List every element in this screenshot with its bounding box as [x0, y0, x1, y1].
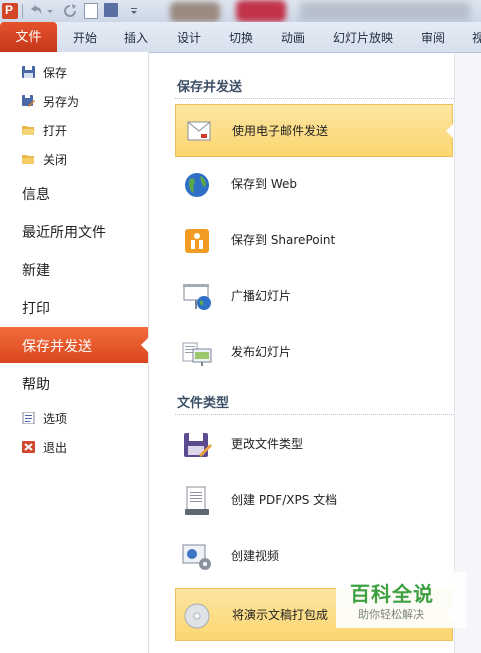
save-icon	[22, 66, 35, 78]
item-broadcast-label: 广播幻灯片	[231, 289, 292, 303]
options-icon	[22, 412, 35, 424]
tab-transitions[interactable]: 切换	[229, 22, 253, 52]
undo-dropdown-icon[interactable]	[46, 3, 54, 19]
nav-print[interactable]: 打印	[0, 289, 148, 325]
tab-slideshow[interactable]: 幻灯片放映	[333, 22, 393, 52]
section-divider	[175, 98, 454, 99]
item-publish-slides[interactable]: 发布幻灯片	[175, 326, 453, 379]
backstage-nav: 保存 另存为 打开 关闭 信息 最近所用文件 新建 打印 保存并发送 帮助 选项…	[0, 52, 149, 653]
item-create-pdf[interactable]: 创建 PDF/XPS 文档	[175, 474, 453, 527]
item-send-email[interactable]: 使用电子邮件发送	[175, 104, 453, 157]
change-type-icon	[184, 433, 212, 457]
item-save-web[interactable]: 保存到 Web	[175, 158, 453, 211]
open-folder-icon	[22, 126, 35, 135]
blurred-background	[170, 2, 220, 22]
tab-animations[interactable]: 动画	[281, 22, 305, 52]
powerpoint-app-icon[interactable]	[2, 3, 18, 19]
watermark: 百科全说 助你轻松解决	[336, 572, 466, 628]
nav-new-label: 新建	[22, 263, 50, 279]
quick-save-icon[interactable]	[104, 3, 118, 17]
item-broadcast[interactable]: 广播幻灯片	[175, 270, 453, 323]
watermark-subtitle: 助你轻松解决	[358, 608, 424, 621]
nav-exit[interactable]: 退出	[0, 434, 148, 460]
close-folder-icon	[22, 155, 34, 164]
video-icon	[182, 544, 211, 570]
watermark-title: 百科全说	[350, 582, 434, 606]
sharepoint-icon	[185, 229, 209, 253]
item-change-file-type-label: 更改文件类型	[231, 437, 304, 451]
tab-file[interactable]: 文件	[0, 22, 57, 52]
nav-save-send-label: 保存并发送	[22, 339, 92, 355]
redo-icon[interactable]	[62, 3, 78, 19]
item-save-web-label: 保存到 Web	[231, 177, 297, 191]
email-icon	[187, 121, 211, 141]
nav-info-label: 信息	[22, 187, 50, 203]
item-change-file-type[interactable]: 更改文件类型	[175, 418, 453, 471]
ribbon-tab-bar: 开始 插入 设计 切换 动画 幻灯片放映 审阅 视	[0, 22, 481, 53]
cd-icon	[184, 603, 210, 629]
new-document-icon[interactable]	[84, 3, 98, 19]
nav-options[interactable]: 选项	[0, 405, 148, 431]
item-save-sharepoint-label: 保存到 SharePoint	[231, 233, 336, 247]
item-create-pdf-label: 创建 PDF/XPS 文档	[231, 493, 338, 507]
item-send-email-label: 使用电子邮件发送	[232, 124, 329, 138]
nav-exit-label: 退出	[43, 441, 68, 455]
tab-design[interactable]: 设计	[177, 22, 201, 52]
nav-recent-label: 最近所用文件	[22, 225, 106, 241]
blurred-background	[236, 0, 286, 22]
customize-toolbar-icon[interactable]	[130, 3, 138, 19]
nav-close[interactable]: 关闭	[0, 146, 148, 172]
section-title-save-send: 保存并发送	[177, 80, 243, 95]
tab-review[interactable]: 审阅	[421, 22, 445, 52]
save-as-icon	[22, 95, 35, 107]
right-panel-edge	[454, 53, 481, 653]
undo-icon[interactable]	[28, 3, 44, 19]
item-create-video-label: 创建视频	[231, 549, 280, 563]
nav-help[interactable]: 帮助	[0, 365, 148, 401]
nav-new[interactable]: 新建	[0, 251, 148, 287]
tab-home[interactable]: 开始	[73, 22, 97, 52]
nav-save-label: 保存	[43, 66, 68, 80]
broadcast-icon	[183, 284, 211, 310]
nav-help-label: 帮助	[22, 377, 50, 393]
tab-view[interactable]: 视	[472, 22, 481, 52]
nav-save[interactable]: 保存	[0, 59, 148, 85]
nav-open-label: 打开	[43, 124, 68, 138]
tab-insert[interactable]: 插入	[124, 22, 148, 52]
exit-icon	[22, 441, 35, 453]
section-title-file-types: 文件类型	[177, 396, 230, 411]
blurred-background	[300, 2, 470, 22]
nav-save-as[interactable]: 另存为	[0, 88, 148, 114]
globe-icon	[185, 173, 209, 197]
nav-print-label: 打印	[22, 301, 50, 317]
title-bar	[0, 0, 481, 22]
nav-options-label: 选项	[43, 412, 68, 426]
toolbar-separator	[22, 4, 23, 18]
item-publish-slides-label: 发布幻灯片	[231, 345, 292, 359]
nav-save-send[interactable]: 保存并发送	[0, 327, 149, 363]
nav-recent[interactable]: 最近所用文件	[0, 213, 148, 249]
section-divider	[175, 414, 454, 415]
pdf-icon	[185, 486, 209, 515]
publish-icon	[182, 342, 212, 366]
nav-open[interactable]: 打开	[0, 117, 148, 143]
nav-save-as-label: 另存为	[43, 95, 80, 109]
nav-close-label: 关闭	[43, 153, 68, 167]
item-package-cd-label: 将演示文稿打包成	[232, 608, 329, 622]
nav-info[interactable]: 信息	[0, 175, 148, 211]
item-save-sharepoint[interactable]: 保存到 SharePoint	[175, 214, 453, 267]
